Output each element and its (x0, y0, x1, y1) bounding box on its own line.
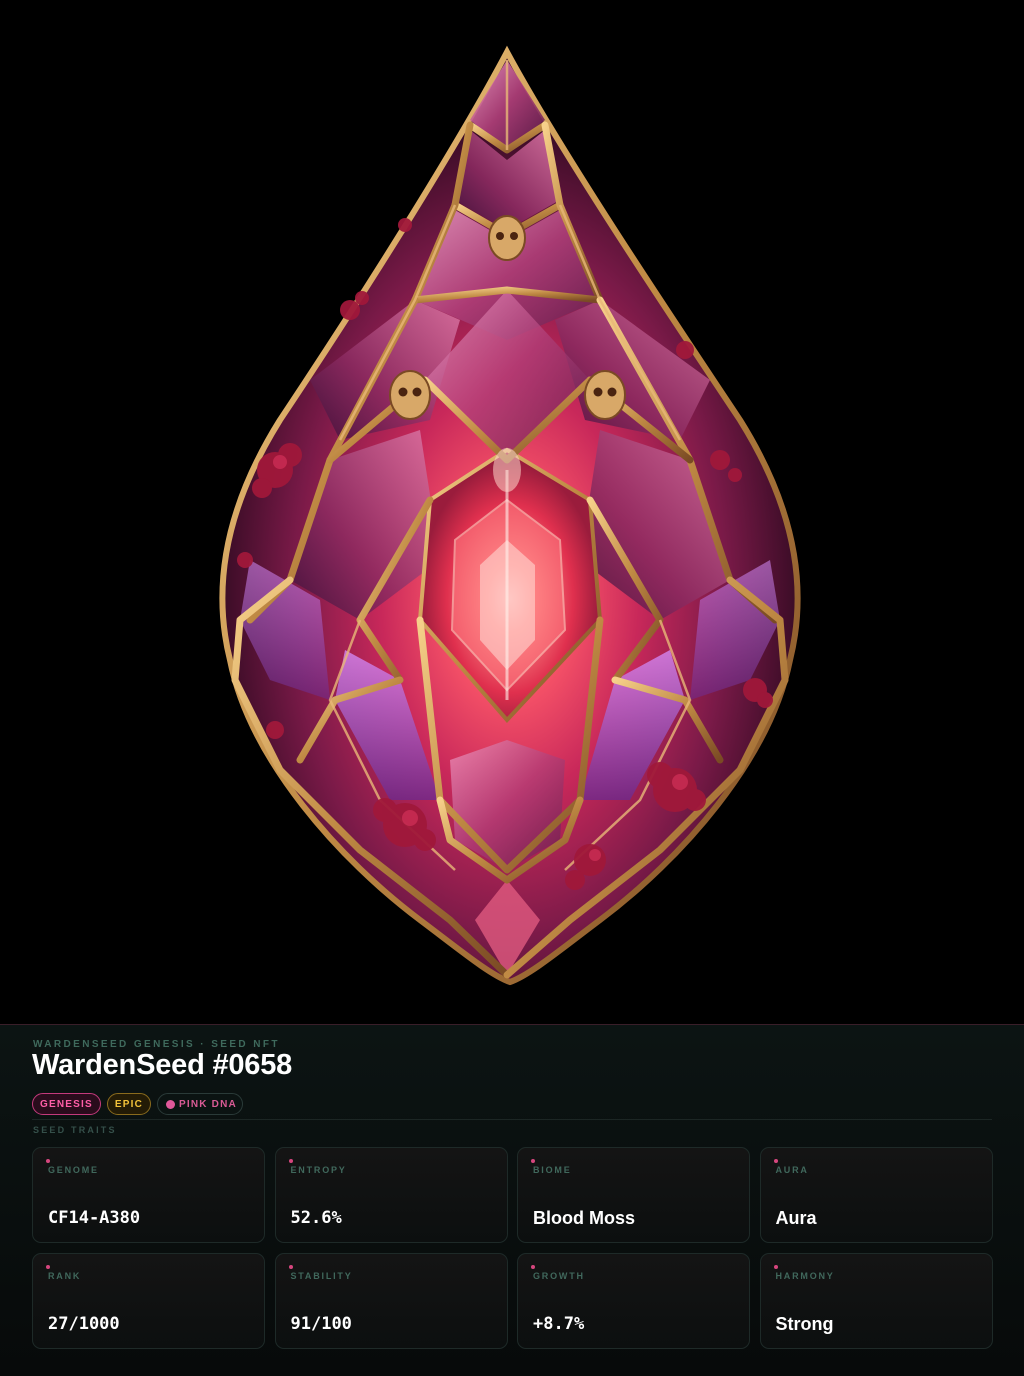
rarity-badge: EPIC (106, 1093, 151, 1115)
trait-label: GROWTH (533, 1271, 585, 1281)
trait-label: RANK (48, 1271, 82, 1281)
trait-dot-icon (288, 1265, 293, 1269)
trait-value: 52.6% (290, 1208, 342, 1228)
crystal-seed-image (219, 45, 801, 986)
trait-value: CF14-A380 (48, 1208, 141, 1228)
trait-value: Strong (775, 1314, 834, 1334)
traits-grid: GENOME CF14-A380 ENTROPY 52.6% BIOME Blo… (32, 1147, 993, 1349)
trait-value: Blood Moss (533, 1208, 635, 1228)
dna-badge: PINK DNA (157, 1093, 243, 1115)
trait-dot-icon (288, 1159, 293, 1163)
trait-card-stability: STABILITY 91/100 (274, 1253, 508, 1349)
badge-row: GENESIS EPIC PINK DNA (32, 1093, 243, 1115)
trait-label: HARMONY (775, 1271, 835, 1281)
trait-value: 91/100 (290, 1314, 352, 1334)
trait-dot-icon (773, 1159, 778, 1163)
trait-label: ENTROPY (290, 1165, 347, 1175)
genesis-badge: GENESIS (32, 1093, 101, 1115)
trait-value: Aura (775, 1208, 817, 1228)
trait-label: BIOME (533, 1165, 572, 1175)
trait-dot-icon (773, 1265, 778, 1269)
trait-value: +8.7% (533, 1314, 585, 1334)
trait-card-growth: GROWTH +8.7% (517, 1253, 750, 1349)
trait-label: AURA (775, 1165, 809, 1175)
traits-section-label: SEED TRAITS (33, 1125, 117, 1135)
dna-dot-icon (166, 1099, 175, 1109)
page-title: WardenSeed #0658 (32, 1049, 293, 1081)
trait-label: STABILITY (290, 1271, 353, 1281)
divider (32, 1119, 992, 1120)
trait-value: 27/1000 (48, 1314, 120, 1334)
trait-card-aura: AURA Aura (759, 1147, 993, 1243)
trait-dot-icon (46, 1265, 50, 1269)
trait-card-biome: BIOME Blood Moss (517, 1147, 750, 1243)
seed-info-panel: WARDENSEED GENESIS · SEED NFT WardenSeed… (0, 1024, 1024, 1376)
seed-artwork (0, 0, 1024, 1024)
trait-card-genome: GENOME CF14-A380 (32, 1147, 265, 1243)
trait-label: GENOME (48, 1165, 99, 1175)
trait-card-entropy: ENTROPY 52.6% (274, 1147, 508, 1243)
trait-dot-icon (531, 1265, 535, 1269)
trait-dot-icon (46, 1159, 50, 1163)
trait-card-rank: RANK 27/1000 (32, 1253, 265, 1349)
dna-badge-label: PINK DNA (179, 1098, 237, 1110)
trait-dot-icon (531, 1159, 535, 1163)
trait-card-harmony: HARMONY Strong (759, 1253, 993, 1349)
